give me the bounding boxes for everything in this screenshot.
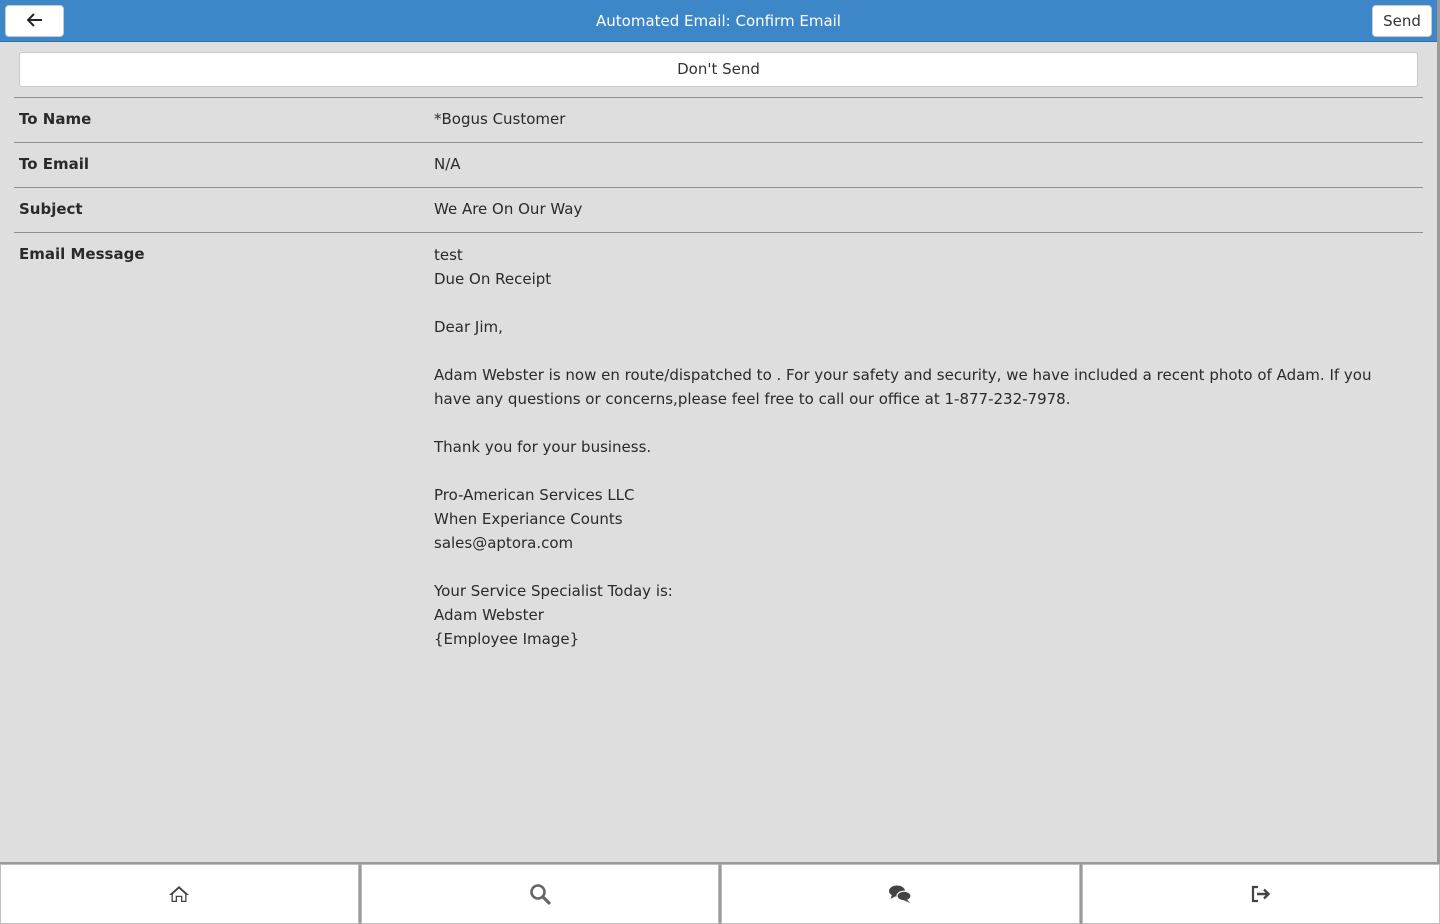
bottom-nav xyxy=(0,862,1440,924)
message-company: Pro-American Services LLC xyxy=(434,486,635,504)
to-email-value: N/A xyxy=(434,155,461,173)
to-name-value: *Bogus Customer xyxy=(434,110,566,128)
field-row-subject: Subject We Are On Our Way xyxy=(14,187,1423,232)
message-specialist-intro: Your Service Specialist Today is: xyxy=(434,582,673,600)
message-image-placeholder: {Employee Image} xyxy=(434,630,580,648)
message-blank xyxy=(434,555,1423,579)
nav-logout-button[interactable] xyxy=(1081,864,1440,924)
email-fields: To Name *Bogus Customer To Email N/A Sub… xyxy=(14,97,1423,651)
page-title: Automated Email: Confirm Email xyxy=(596,12,841,30)
back-button[interactable] xyxy=(5,5,64,37)
search-icon xyxy=(529,883,551,905)
message-blank xyxy=(434,411,1423,435)
email-message-value: test Due On Receipt Dear Jim, Adam Webst… xyxy=(434,232,1423,651)
chat-icon xyxy=(888,884,912,904)
nav-home-button[interactable] xyxy=(0,864,359,924)
app-window: Automated Email: Confirm Email Send Don'… xyxy=(0,0,1440,924)
message-blank xyxy=(434,459,1423,483)
home-icon xyxy=(168,885,190,903)
message-line-2: Due On Receipt xyxy=(434,270,552,288)
arrow-left-icon xyxy=(26,12,43,31)
field-row-email-message: Email Message test Due On Receipt Dear J… xyxy=(14,232,1423,651)
message-blank xyxy=(434,291,1423,315)
to-email-label: To Email xyxy=(19,155,90,173)
logout-icon xyxy=(1250,885,1272,903)
message-tagline: When Experiance Counts xyxy=(434,510,623,528)
subject-label: Subject xyxy=(19,200,83,218)
message-specialist-name: Adam Webster xyxy=(434,606,544,624)
field-row-to-name: To Name *Bogus Customer xyxy=(14,97,1423,142)
header-bar: Automated Email: Confirm Email Send xyxy=(0,0,1437,42)
message-email: sales@aptora.com xyxy=(434,534,574,552)
message-greeting: Dear Jim, xyxy=(434,318,503,336)
send-button[interactable]: Send xyxy=(1372,5,1432,37)
message-thanks: Thank you for your business. xyxy=(434,438,652,456)
subject-value: We Are On Our Way xyxy=(434,200,583,218)
message-line-1: test xyxy=(434,246,463,264)
email-message-label: Email Message xyxy=(19,245,145,263)
message-body: Adam Webster is now en route/dispatched … xyxy=(434,366,1372,408)
message-blank xyxy=(434,339,1423,363)
nav-search-button[interactable] xyxy=(360,864,719,924)
nav-chat-button[interactable] xyxy=(721,864,1080,924)
dont-send-button[interactable]: Don't Send xyxy=(19,52,1418,87)
field-row-to-email: To Email N/A xyxy=(14,142,1423,187)
to-name-label: To Name xyxy=(19,110,92,128)
